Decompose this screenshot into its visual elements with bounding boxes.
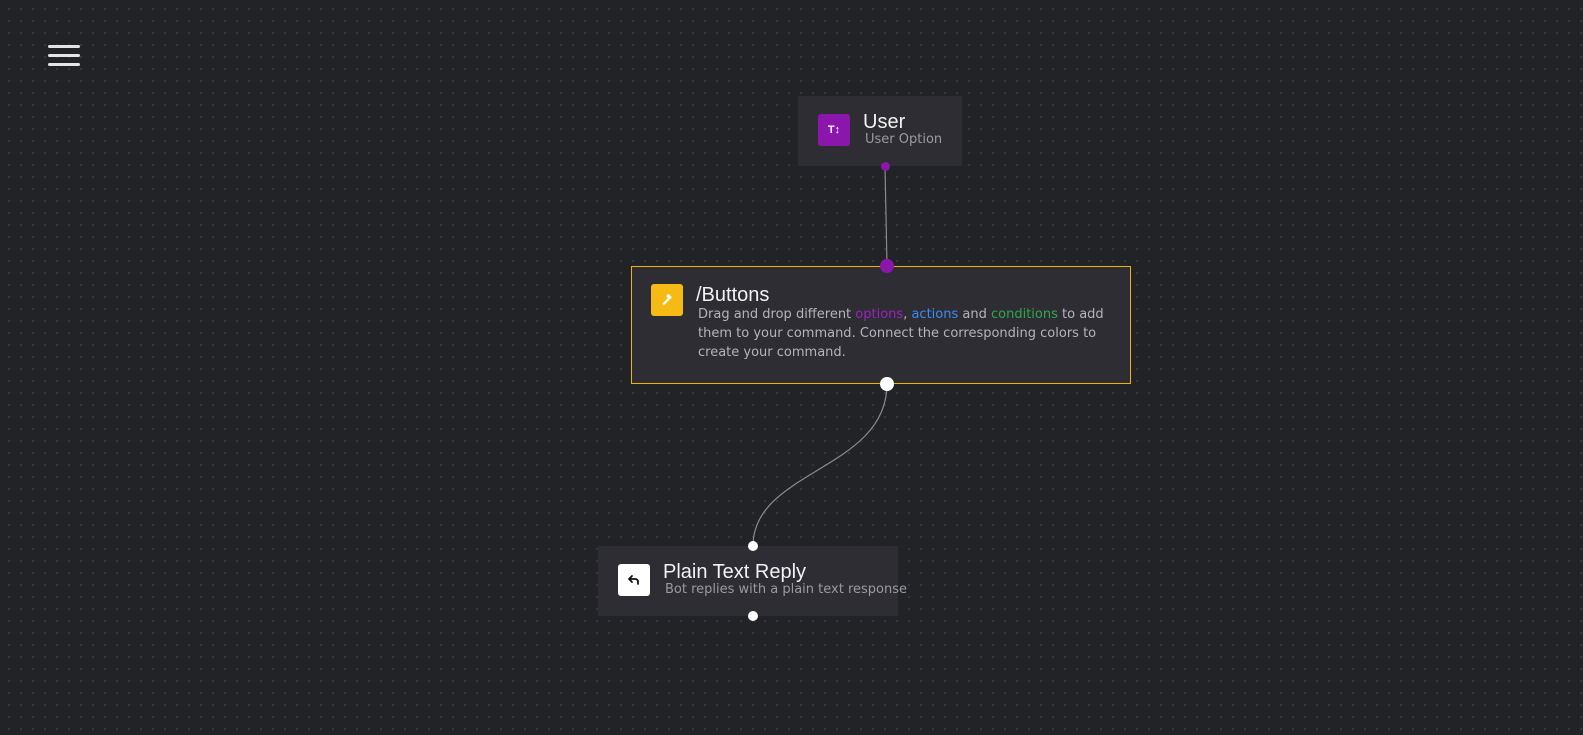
actions-keyword: actions xyxy=(911,307,959,322)
option-icon-glyph: T↕ xyxy=(827,124,841,136)
desc-separator: and xyxy=(958,307,991,322)
node-title: User xyxy=(863,111,906,133)
reply-input-handle[interactable] xyxy=(748,541,758,551)
user-option-node[interactable]: T↕ User User Option xyxy=(798,96,962,166)
edge-command-to-reply xyxy=(752,383,888,547)
hamburger-menu-icon[interactable] xyxy=(46,44,82,70)
menu-bar xyxy=(48,54,80,57)
menu-bar xyxy=(48,63,80,66)
edge-user-to-command xyxy=(884,165,888,267)
user-output-handle[interactable] xyxy=(881,162,890,171)
reply-output-handle[interactable] xyxy=(748,611,758,621)
reply-arrow-icon xyxy=(618,564,650,596)
command-title: /Buttons xyxy=(696,284,770,306)
node-subtitle: User Option xyxy=(865,132,943,147)
conditions-keyword: conditions xyxy=(990,307,1058,322)
menu-bar xyxy=(48,45,80,48)
node-title: Plain Text Reply xyxy=(663,561,807,583)
flow-canvas[interactable]: T↕ User User Option /Buttons Drag and dr… xyxy=(0,0,1583,735)
desc-text: Drag and drop different xyxy=(698,307,856,322)
options-keyword: options xyxy=(855,307,904,322)
command-description: Drag and drop different options, actions… xyxy=(698,305,1124,362)
node-subtitle: Bot replies with a plain text response xyxy=(665,582,907,597)
text-option-icon: T↕ xyxy=(818,114,850,146)
hammer-icon xyxy=(651,284,683,316)
command-action-output-handle[interactable] xyxy=(880,377,894,391)
plain-text-reply-node[interactable]: Plain Text Reply Bot replies with a plai… xyxy=(598,546,907,616)
command-option-input-handle[interactable] xyxy=(880,259,894,273)
command-node[interactable]: /Buttons Drag and drop different options… xyxy=(631,266,1131,384)
